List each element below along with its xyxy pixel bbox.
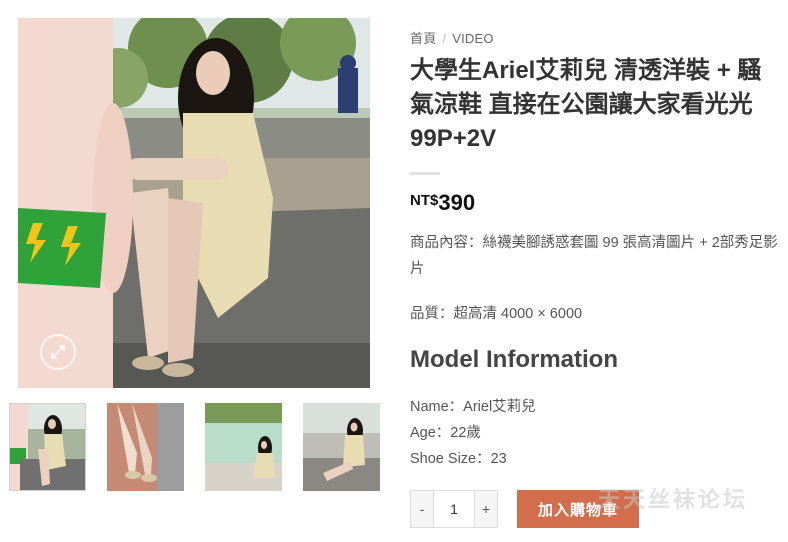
model-information-list: Name：Ariel艾莉兒 Age：22歲 Shoe Size：23	[410, 394, 536, 472]
price-amount: 390	[438, 190, 476, 215]
model-information-heading: Model Information	[410, 346, 618, 373]
breadcrumb: 首頁 / VIDEO	[410, 28, 494, 47]
model-shoe-size: Shoe Size：23	[410, 451, 507, 467]
quantity-plus-button[interactable]: +	[475, 491, 497, 527]
breadcrumb-home-link[interactable]: 首頁	[410, 31, 436, 46]
main-product-image[interactable]	[18, 18, 370, 388]
price-currency: NT$	[410, 192, 439, 209]
quantity-stepper: - +	[410, 490, 498, 528]
product-description: 商品內容：絲襪美腳誘惑套圖 99 張高清圖片 + 2部秀足影片	[410, 235, 778, 277]
breadcrumb-category-link[interactable]: VIDEO	[452, 31, 493, 46]
product-quality: 品質：超高清 4000 × 6000	[410, 306, 583, 322]
thumbnail-3[interactable]	[205, 403, 282, 491]
quantity-minus-button[interactable]: -	[411, 491, 433, 527]
product-title: 大學生Ariel艾莉兒 清透洋裝 + 騷氣涼鞋 直接在公園讓大家看光光 99P+…	[410, 57, 762, 152]
zoom-icon[interactable]	[40, 334, 76, 370]
breadcrumb-separator: /	[442, 31, 447, 46]
thumbnail-1[interactable]	[9, 403, 86, 491]
add-to-cart-button[interactable]: 加入購物車	[517, 490, 639, 528]
title-divider	[410, 172, 440, 175]
thumbnail-gallery	[9, 403, 381, 491]
product-price: NT$390	[410, 190, 475, 216]
model-age: Age：22歲	[410, 425, 481, 441]
thumbnail-2[interactable]	[107, 403, 184, 491]
model-name: Name：Ariel艾莉兒	[410, 399, 536, 415]
thumbnail-4[interactable]	[303, 403, 380, 491]
quantity-input[interactable]	[433, 491, 475, 527]
